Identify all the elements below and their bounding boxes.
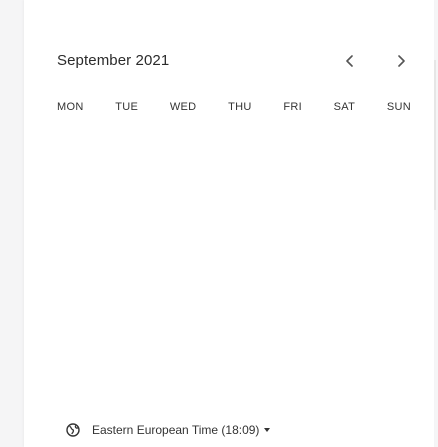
chevron-left-icon (345, 55, 355, 67)
next-month-button[interactable] (387, 47, 415, 75)
timezone-label: Eastern European Time (18:09) (92, 423, 260, 437)
weekday-label: FRI (283, 101, 302, 113)
timezone-selector[interactable]: Eastern European Time (18:09) (66, 423, 271, 437)
weekday-header: MON TUE WED THU FRI SAT SUN (57, 101, 411, 113)
weekday-label: WED (169, 101, 197, 113)
panel-divider (434, 60, 436, 210)
previous-month-button[interactable] (336, 47, 364, 75)
chevron-right-icon (396, 55, 406, 67)
weekday-label: MON (57, 101, 84, 113)
globe-icon (66, 423, 80, 437)
scheduler-panel: September 2021 MON TUE WED THU FRI SAT S… (24, 0, 434, 447)
month-title: September 2021 (57, 52, 170, 69)
caret-down-icon (264, 428, 271, 432)
weekday-label: TUE (115, 101, 139, 113)
weekday-label: SUN (386, 101, 411, 113)
weekday-label: THU (228, 101, 252, 113)
weekday-label: SAT (333, 101, 356, 113)
